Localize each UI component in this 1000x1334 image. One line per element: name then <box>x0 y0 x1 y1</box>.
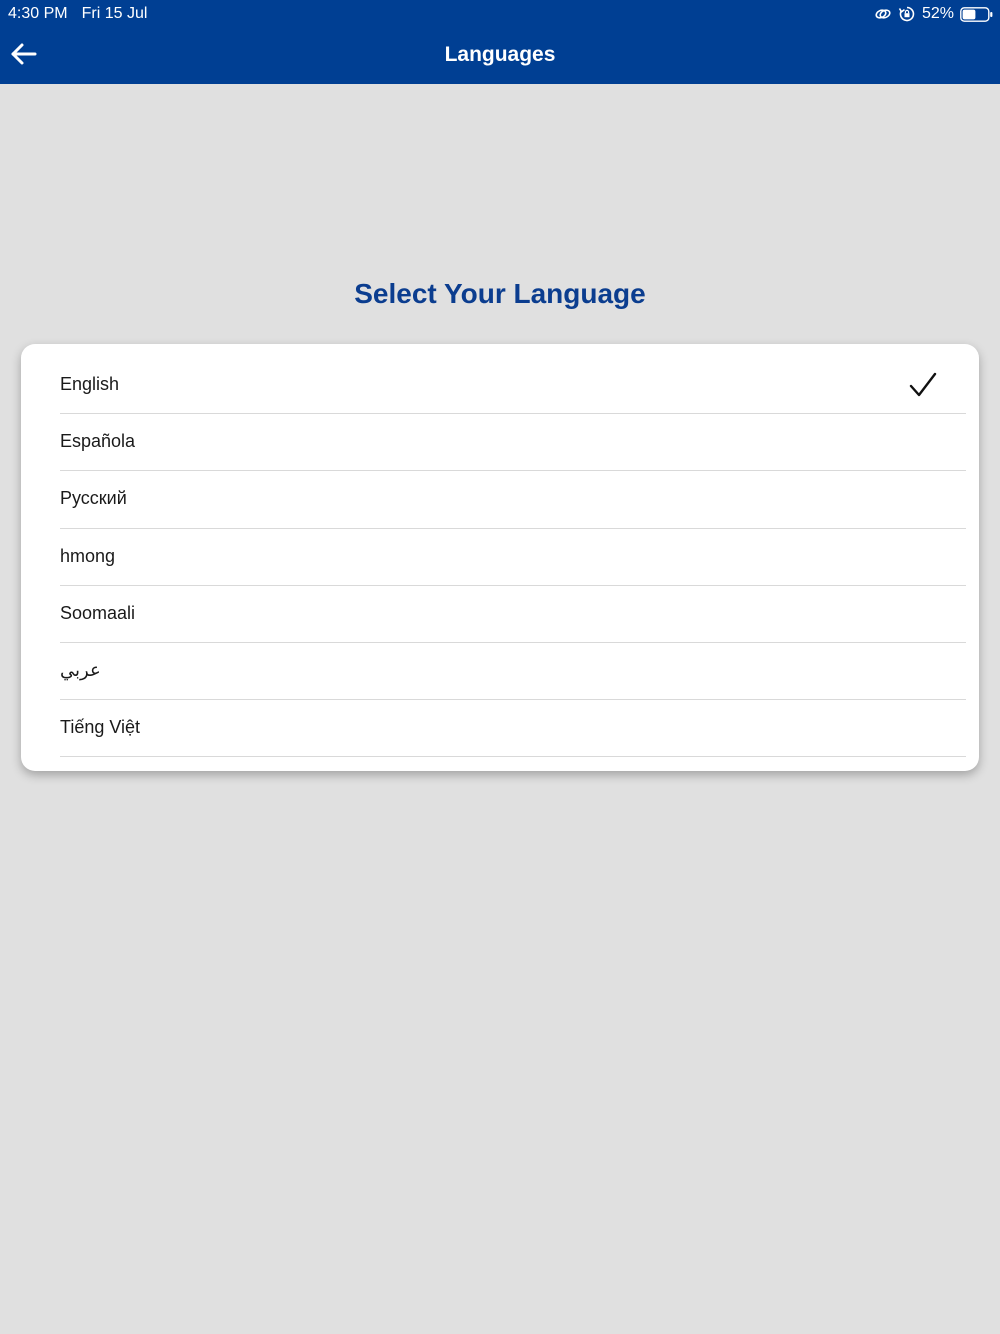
page-heading: Select Your Language <box>354 278 646 309</box>
language-list: English Española Русский hmong Soomaali … <box>60 357 966 758</box>
battery-percent: 52% <box>921 5 954 22</box>
checkmark-icon <box>908 371 938 399</box>
link-icon <box>874 6 892 22</box>
language-item-somali[interactable]: Soomaali <box>60 586 966 643</box>
status-bar: 4:30 PM Fri 15 Jul 52% <box>0 0 1000 28</box>
status-date: Fri 15 Jul <box>81 5 148 22</box>
language-item-espanola[interactable]: Española <box>60 414 966 472</box>
language-item-hmong[interactable]: hmong <box>60 529 966 586</box>
language-label: Русский <box>60 488 127 509</box>
language-item-russian[interactable]: Русский <box>60 471 966 529</box>
language-label: Soomaali <box>60 602 136 623</box>
language-label: Española <box>60 431 136 452</box>
language-label: Tiếng Việt <box>60 717 141 738</box>
app-bar: 4:30 PM Fri 15 Jul 52% Languages <box>0 0 1000 84</box>
language-label: عربي <box>60 659 101 680</box>
language-item-english[interactable]: English <box>60 357 966 415</box>
language-item-arabic[interactable]: عربي <box>60 643 966 701</box>
status-left: 4:30 PM Fri 15 Jul <box>8 5 147 23</box>
status-time: 4:30 PM <box>8 5 68 22</box>
language-label: hmong <box>60 545 116 566</box>
battery-icon <box>960 6 994 22</box>
language-card: English Española Русский hmong Soomaali … <box>21 344 979 771</box>
nav-row: Languages <box>0 28 1000 84</box>
orientation-lock-icon <box>898 6 916 22</box>
status-right: 52% <box>874 5 994 23</box>
screen-title: Languages <box>444 43 556 66</box>
language-label: English <box>60 374 120 394</box>
language-item-vietnamese[interactable]: Tiếng Việt <box>60 700 966 758</box>
